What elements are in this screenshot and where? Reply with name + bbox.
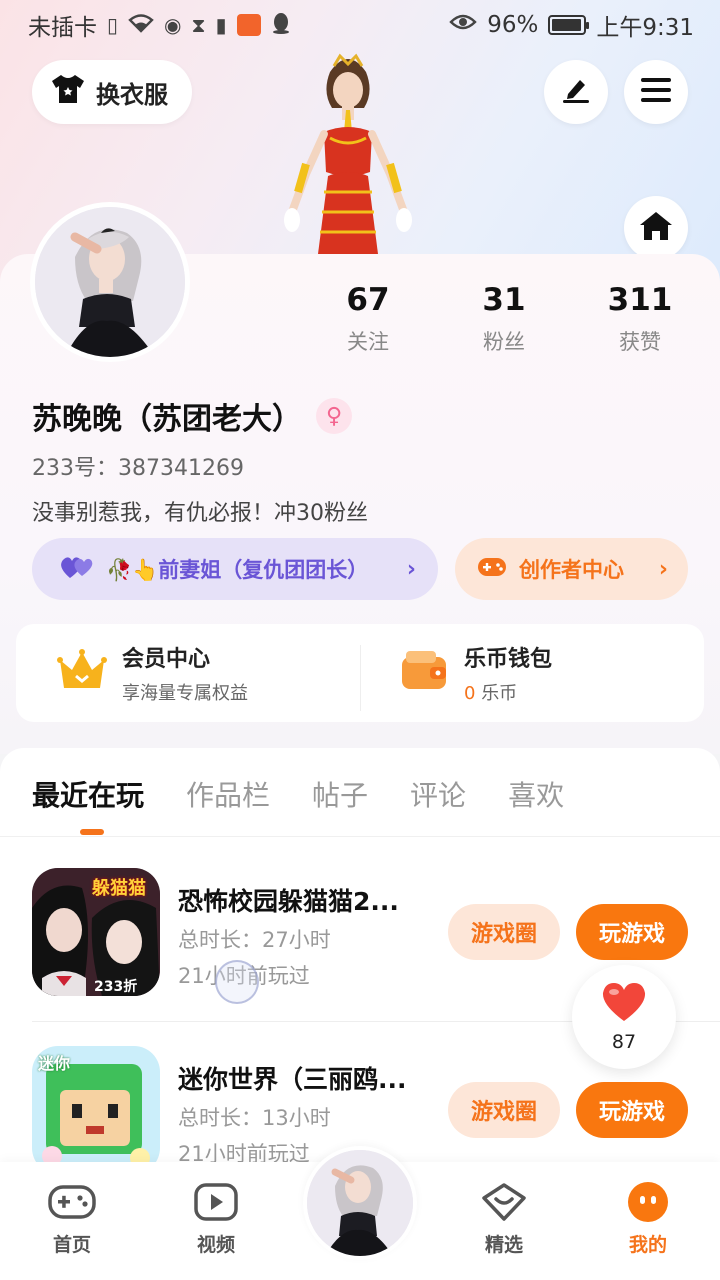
play-game-button[interactable]: 玩游戏 bbox=[576, 904, 688, 960]
status-bar: 未插卡 ▯ ◉ ⧗ ▮ 96% 上午9:31 bbox=[0, 0, 720, 50]
coin-wallet-entry[interactable]: 乐币钱包 0 乐币 bbox=[360, 641, 704, 711]
menu-icon bbox=[640, 77, 672, 107]
crown-icon bbox=[56, 648, 108, 698]
chevron-right-icon: › bbox=[658, 556, 668, 582]
coin-wallet-title: 乐币钱包 bbox=[464, 647, 553, 672]
profile-name-row: 苏晚晚（苏团老大） ♀ bbox=[32, 394, 352, 438]
menu-button[interactable] bbox=[624, 60, 688, 124]
game-icon-title: 躲猫猫 bbox=[92, 878, 146, 899]
nav-avatar-center[interactable] bbox=[303, 1146, 417, 1260]
coin-unit: 乐币 bbox=[481, 683, 518, 704]
tab-works[interactable]: 作品栏 bbox=[186, 774, 270, 814]
stat-value: 31 bbox=[482, 282, 526, 318]
change-outfit-label: 换衣服 bbox=[96, 80, 168, 109]
tab-comments[interactable]: 评论 bbox=[410, 774, 466, 814]
battery-icon bbox=[548, 15, 590, 35]
game-total-playtime: 总时长：13小时 bbox=[178, 1106, 331, 1130]
qq-icon bbox=[271, 12, 291, 39]
game-circle-button[interactable]: 游戏圈 bbox=[448, 1082, 560, 1138]
hourglass-icon: ⧗ bbox=[191, 13, 206, 37]
wallet-icon bbox=[400, 649, 450, 697]
nav-video[interactable]: 视频 bbox=[166, 1182, 266, 1257]
vip-center-subtitle: 享海量专属权益 bbox=[122, 683, 248, 704]
stat-label: 关注 bbox=[347, 330, 389, 354]
stat-likes[interactable]: 311 获赞 bbox=[572, 282, 708, 356]
title-badge-label: 🥀👆前妻姐（复仇团团长） bbox=[106, 558, 369, 582]
like-count: 87 bbox=[611, 1031, 637, 1053]
nav-mine[interactable]: 我的 bbox=[598, 1182, 698, 1257]
wifi-icon bbox=[128, 13, 154, 38]
creator-center-button[interactable]: 创作者中心 › bbox=[455, 538, 688, 600]
user-id[interactable]: 233号：387341269 bbox=[32, 450, 244, 482]
clock: 上午9:31 bbox=[596, 15, 694, 41]
profile-name: 苏晚晚（苏团老大） bbox=[32, 402, 302, 437]
stat-following[interactable]: 67 关注 bbox=[300, 282, 436, 356]
home-icon bbox=[638, 210, 674, 246]
coin-wallet-balance: 0 乐币 bbox=[464, 679, 552, 705]
nav-featured[interactable]: 精选 bbox=[454, 1182, 554, 1257]
tshirt-icon bbox=[50, 73, 86, 111]
video-play-icon bbox=[192, 1183, 240, 1226]
stat-value: 311 bbox=[607, 282, 673, 318]
game-title: 恐怖校园躲猫猫2... bbox=[178, 887, 399, 916]
sim-alert-icon: ▯ bbox=[107, 13, 119, 37]
game-icon-badge: 233折 bbox=[94, 979, 138, 995]
female-gender-icon: ♀ bbox=[316, 398, 352, 434]
stat-value: 67 bbox=[346, 282, 390, 318]
stat-followers[interactable]: 31 粉丝 bbox=[436, 282, 572, 356]
tab-recently-played[interactable]: 最近在玩 bbox=[32, 774, 144, 814]
battery-percent: 96% bbox=[487, 12, 539, 38]
battery-alert-icon: ▮ bbox=[215, 13, 227, 37]
purple-hearts-icon bbox=[60, 554, 94, 585]
nav-video-label: 视频 bbox=[196, 1234, 235, 1256]
edit-profile-button[interactable] bbox=[544, 60, 608, 124]
vip-center-title: 会员中心 bbox=[122, 647, 211, 672]
gamepad-icon bbox=[477, 555, 507, 584]
creator-center-label: 创作者中心 bbox=[519, 558, 624, 582]
profile-face-icon bbox=[625, 1182, 671, 1226]
nav-home-label: 首页 bbox=[52, 1234, 91, 1256]
avatar-3d-figure[interactable] bbox=[268, 52, 428, 254]
like-floating-button[interactable]: 87 bbox=[572, 965, 676, 1069]
change-outfit-button[interactable]: 换衣服 bbox=[32, 60, 192, 124]
chevron-right-icon: › bbox=[406, 556, 416, 582]
game-icon[interactable]: 迷你 bbox=[32, 1046, 160, 1174]
profile-avatar[interactable] bbox=[30, 202, 190, 362]
vip-center-entry[interactable]: 会员中心 享海量专属权益 bbox=[16, 641, 360, 705]
tab-likes[interactable]: 喜欢 bbox=[508, 774, 564, 814]
stat-label: 获赞 bbox=[619, 330, 661, 354]
title-badge-chip[interactable]: 🥀👆前妻姐（复仇团团长） › bbox=[32, 538, 438, 600]
game-total-playtime: 总时长：27小时 bbox=[178, 928, 331, 952]
stat-label: 粉丝 bbox=[483, 330, 525, 354]
gamepad-icon bbox=[47, 1185, 97, 1226]
game-title: 迷你世界（三丽鸥... bbox=[178, 1065, 407, 1094]
nav-featured-label: 精选 bbox=[484, 1234, 523, 1256]
tab-posts[interactable]: 帖子 bbox=[312, 774, 368, 814]
profile-tabs: 最近在玩 作品栏 帖子 评论 喜欢 bbox=[32, 774, 564, 814]
coin-amount: 0 bbox=[464, 683, 476, 704]
vip-wallet-card: 会员中心 享海量专属权益 乐币钱包 0 乐币 bbox=[16, 624, 704, 722]
play-game-button[interactable]: 玩游戏 bbox=[576, 1082, 688, 1138]
edit-icon bbox=[560, 76, 592, 108]
battery-fill bbox=[552, 19, 582, 31]
tab-divider bbox=[0, 836, 720, 837]
carrier-text: 未插卡 bbox=[28, 15, 97, 41]
game-icon[interactable]: 躲猫猫 233折 bbox=[32, 868, 160, 996]
app-notification-icon bbox=[236, 14, 261, 36]
home-button[interactable] bbox=[624, 196, 688, 260]
active-tab-indicator bbox=[80, 829, 104, 835]
nav-home[interactable]: 首页 bbox=[22, 1182, 122, 1257]
record-icon: ◉ bbox=[164, 13, 182, 37]
heart-icon bbox=[600, 981, 648, 1027]
profile-stats: 67 关注 31 粉丝 311 获赞 bbox=[300, 282, 720, 356]
heart-box-icon bbox=[479, 1183, 529, 1226]
profile-bio: 没事别惹我，有仇必报！冲30粉丝 bbox=[32, 501, 368, 526]
touch-indicator bbox=[215, 960, 259, 1004]
nav-mine-label: 我的 bbox=[628, 1234, 667, 1256]
game-icon-title: 迷你 bbox=[38, 1054, 71, 1073]
game-circle-button[interactable]: 游戏圈 bbox=[448, 904, 560, 960]
eye-comfort-icon bbox=[449, 12, 477, 38]
